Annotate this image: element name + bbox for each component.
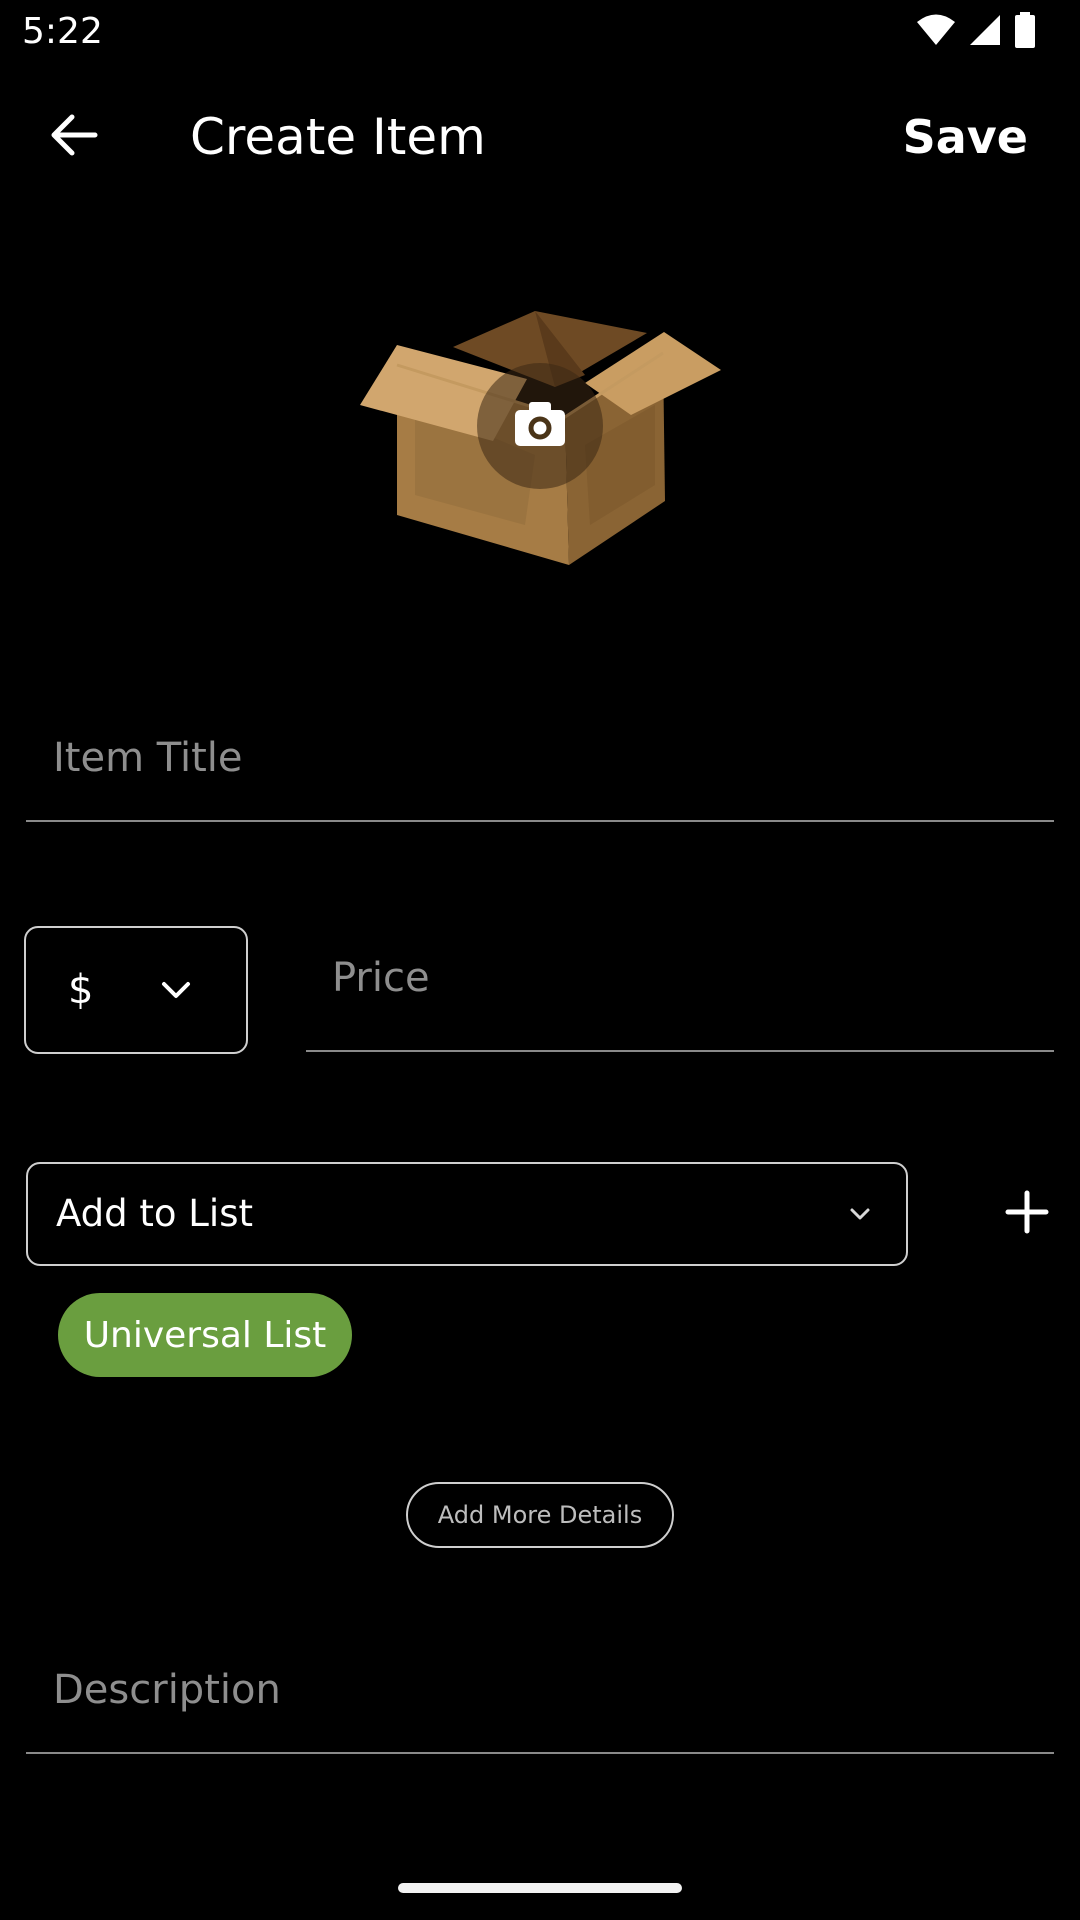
- add-more-details-button[interactable]: Add More Details: [406, 1482, 674, 1548]
- plus-icon: [1005, 1190, 1049, 1238]
- battery-icon: [1014, 12, 1036, 52]
- wifi-icon: [916, 13, 956, 51]
- back-button[interactable]: [36, 102, 112, 172]
- currency-select[interactable]: $: [24, 926, 248, 1054]
- item-title-field[interactable]: Item Title: [26, 720, 1054, 822]
- add-to-list-label: Add to List: [56, 1192, 253, 1235]
- camera-button[interactable]: [477, 363, 603, 489]
- status-time: 5:22: [22, 11, 103, 52]
- price-placeholder: Price: [332, 955, 430, 1001]
- camera-icon: [512, 400, 568, 452]
- page-title: Create Item: [190, 108, 486, 166]
- box-image: [355, 311, 725, 579]
- status-bar: 5:22: [0, 0, 1080, 62]
- arrow-back-icon: [50, 113, 98, 161]
- item-title-placeholder: Item Title: [53, 735, 243, 781]
- chevron-down-icon: [158, 972, 194, 1008]
- item-image-picker[interactable]: [355, 305, 725, 575]
- home-indicator[interactable]: [398, 1883, 682, 1893]
- description-placeholder: Description: [53, 1667, 281, 1713]
- save-button[interactable]: Save: [903, 102, 1028, 172]
- add-to-list-select[interactable]: Add to List: [26, 1162, 908, 1266]
- app-bar: Create Item Save: [0, 70, 1080, 200]
- currency-value: $: [68, 967, 94, 1013]
- chevron-down-icon: [846, 1200, 874, 1228]
- cellular-signal-icon: [968, 13, 1002, 51]
- price-field[interactable]: Price: [306, 950, 1054, 1052]
- list-chip-universal[interactable]: Universal List: [58, 1293, 352, 1377]
- description-field[interactable]: Description: [26, 1652, 1054, 1754]
- status-icons: [916, 12, 1036, 52]
- add-list-button[interactable]: [990, 1182, 1064, 1246]
